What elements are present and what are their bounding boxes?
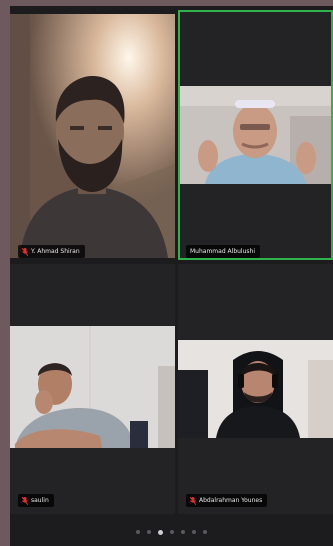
participant-tile-1[interactable]: Y. Ahmad Shiran xyxy=(10,14,175,258)
page-dot[interactable] xyxy=(192,530,196,534)
participant-name: Muhammad Albulushi xyxy=(190,248,255,255)
participant-name-tag-4: Abdalrahman Younes xyxy=(186,494,268,507)
page-indicator[interactable] xyxy=(10,529,333,535)
participant-tile-3[interactable]: saulin xyxy=(10,264,175,514)
page-dot[interactable] xyxy=(136,530,140,534)
participant-name-tag-2: Muhammad Albulushi xyxy=(186,245,260,258)
participant-name: Abdalrahman Younes xyxy=(199,497,263,504)
page-dot[interactable] xyxy=(170,530,174,534)
participant-video-4 xyxy=(178,340,333,438)
page-dot-current[interactable] xyxy=(158,529,163,535)
participant-tile-4[interactable]: Abdalrahman Younes xyxy=(178,264,333,514)
participant-name-tag-3: saulin xyxy=(18,494,54,507)
page-dot[interactable] xyxy=(203,530,207,534)
muted-mic-icon xyxy=(190,496,196,505)
muted-mic-icon xyxy=(22,247,28,256)
participant-video-2 xyxy=(180,86,331,184)
muted-mic-icon xyxy=(22,496,28,505)
participant-name: saulin xyxy=(31,497,49,504)
participant-video-3 xyxy=(10,326,175,448)
video-call-screen: Y. Ahmad Shiran Muhammad Albulushi sauli… xyxy=(10,6,333,546)
participant-tile-2[interactable]: Muhammad Albulushi xyxy=(178,10,333,260)
page-dot[interactable] xyxy=(147,530,151,534)
participant-name: Y. Ahmad Shiran xyxy=(31,248,80,255)
page-dot[interactable] xyxy=(181,530,185,534)
participant-video-1 xyxy=(10,14,175,258)
participant-name-tag-1: Y. Ahmad Shiran xyxy=(18,245,85,258)
